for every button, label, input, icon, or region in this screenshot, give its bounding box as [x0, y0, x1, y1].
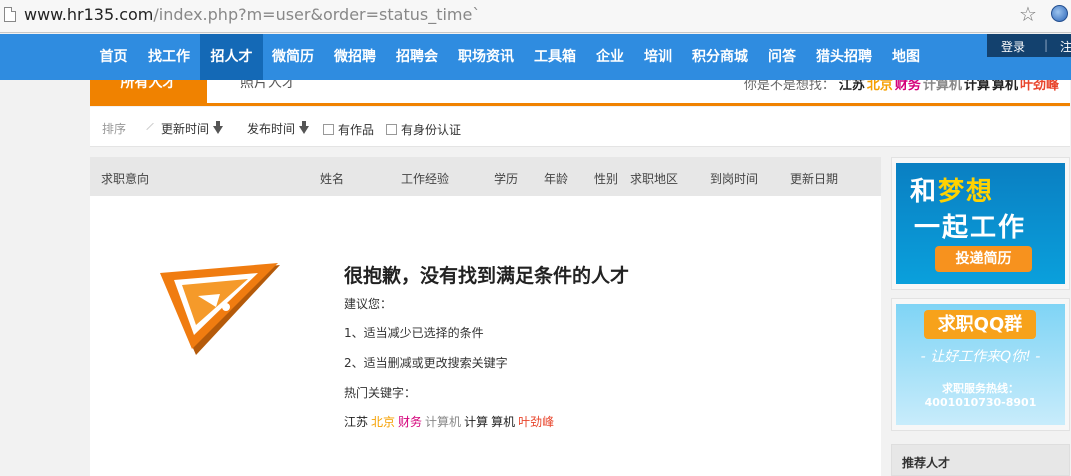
qq-group-banner[interactable]: 求职QQ群 - 让好工作来Q你! - 求职服务热线： 4001010730-89…: [891, 298, 1070, 431]
hot-keywords: 江苏 北京 财务 计算机 计算 算机 叶劲峰: [344, 413, 557, 430]
results-panel: 求职意向 姓名 工作经验 学历 年龄 性别 求职地区 到岗时间 更新日期 很抱歉…: [90, 157, 881, 476]
keyword-link[interactable]: 叶劲峰: [518, 415, 554, 429]
col-name: 姓名: [320, 172, 345, 186]
sort-bar: 排序 更新时间 发布时间 有作品 有身份认证: [90, 107, 1070, 147]
keyword-link[interactable]: 计算机: [923, 80, 962, 93]
col-region: 求职地区: [630, 172, 679, 186]
login-link[interactable]: 登录: [1001, 38, 1025, 55]
keyword-link[interactable]: 财务: [895, 80, 921, 93]
banner-headline-1a: 和: [910, 177, 939, 207]
keyword-link[interactable]: 江苏: [344, 415, 368, 429]
url-host: www.hr135.com: [24, 5, 154, 24]
nav-item-micro-recruit[interactable]: 微招聘: [326, 34, 384, 80]
url-field[interactable]: www.hr135.com/index.php?m=user&order=sta…: [24, 5, 480, 24]
sidebar: 和梦想 一起工作 投递简历 求职QQ群 - 让好工作来Q你! - 求职服务热线：…: [891, 157, 1070, 476]
col-update-date: 更新日期: [790, 172, 839, 186]
keyword-link[interactable]: 财务: [398, 415, 422, 429]
dream-work-banner-image: 和梦想 一起工作 投递简历: [896, 163, 1065, 284]
top-login-box: 登录 | 注: [987, 34, 1071, 57]
nav-item-career-news[interactable]: 职场资讯: [450, 34, 522, 80]
did-you-mean: 你是不是想找： 江苏 北京 财务 计算机 计算 算机 叶劲峰: [742, 80, 1059, 93]
bookmark-star-icon[interactable]: ☆: [1019, 2, 1037, 26]
col-age: 年龄: [544, 172, 569, 186]
url-path: /index.php?m=user&order=status_time`: [153, 5, 481, 24]
globe-icon[interactable]: [1051, 5, 1068, 22]
banner-headline-2: 一起工作: [914, 213, 1027, 243]
arrow-down-icon: [213, 121, 224, 134]
login-divider: |: [1044, 38, 1049, 52]
keyword-link[interactable]: 计算机: [425, 415, 461, 429]
nav-item-company[interactable]: 企业: [588, 34, 632, 80]
checkbox-icon: [323, 124, 334, 135]
submit-resume-button[interactable]: 投递简历: [935, 246, 1032, 272]
banner-headline-1b: 梦想: [938, 177, 995, 207]
talent-tabs: 所有人才 照片人才 你是不是想找： 江苏 北京 财务 计算机 计算 算机 叶劲峰: [90, 80, 1070, 106]
banner-headline-1: 和梦想: [910, 171, 994, 208]
sort-update-time-label: 更新时间: [161, 122, 210, 136]
nav-item-find-talent[interactable]: 招人才: [200, 34, 263, 80]
sort-update-time[interactable]: 更新时间: [161, 120, 224, 137]
recommended-talent-header: 推荐人才: [891, 444, 1070, 476]
dream-work-banner[interactable]: 和梦想 一起工作 投递简历: [891, 157, 1070, 290]
recommended-talent-title: 推荐人才: [902, 456, 951, 470]
col-start-time: 到岗时间: [710, 172, 759, 186]
col-gender: 性别: [594, 172, 619, 186]
nav-item-job-fair[interactable]: 招聘会: [388, 34, 446, 80]
col-education: 学历: [494, 172, 519, 186]
qq-group-banner-image: 求职QQ群 - 让好工作来Q你! - 求职服务热线： 4001010730-89…: [896, 304, 1065, 425]
tab-photo-talent[interactable]: 照片人才: [207, 80, 329, 103]
col-experience: 工作经验: [401, 172, 450, 186]
advice-tip-1: 1、适当减少已选择的条件: [344, 326, 484, 340]
nav-item-map[interactable]: 地图: [884, 34, 928, 80]
sort-label: 排序: [102, 122, 127, 136]
verified-checkbox[interactable]: 有身份认证: [386, 121, 461, 138]
warning-icon: [160, 263, 280, 355]
qq-group-slogan: - 让好工作来Q你! -: [920, 349, 1041, 365]
tab-all-talent[interactable]: 所有人才: [90, 80, 207, 103]
advice-label: 建议您：: [344, 297, 393, 311]
keyword-link[interactable]: 算机: [992, 80, 1018, 93]
keyword-link[interactable]: 北京: [371, 415, 395, 429]
arrow-down-icon: [299, 121, 310, 134]
qq-group-title: 求职QQ群: [924, 310, 1036, 339]
nav-item-headhunter[interactable]: 猎头招聘: [808, 34, 880, 80]
empty-result-title: 很抱歉，没有找到满足条件的人才: [344, 265, 630, 287]
advice-tip-2: 2、适当删减或更改搜索关键字: [344, 356, 508, 370]
hotline-label: 求职服务热线：: [942, 382, 1019, 395]
keyword-link[interactable]: 北京: [867, 80, 893, 93]
main-nav: 首页 找工作 招人才 微简历 微招聘 招聘会 职场资讯 工具箱 企业 培训 积分…: [0, 34, 1071, 80]
results-table-header: 求职意向 姓名 工作经验 学历 年龄 性别 求职地区 到岗时间 更新日期: [90, 157, 881, 196]
nav-item-micro-resume[interactable]: 微简历: [264, 34, 322, 80]
keyword-link[interactable]: 江苏: [839, 80, 865, 93]
browser-address-bar: www.hr135.com/index.php?m=user&order=sta…: [0, 0, 1071, 33]
keyword-link[interactable]: 计算: [964, 80, 990, 93]
keyword-link[interactable]: 叶劲峰: [1020, 80, 1059, 93]
nav-item-find-job[interactable]: 找工作: [139, 34, 199, 80]
has-works-checkbox[interactable]: 有作品: [323, 121, 374, 138]
nav-item-points-mall[interactable]: 积分商城: [684, 34, 756, 80]
keyword-link[interactable]: 计算: [464, 415, 488, 429]
checkbox-icon: [386, 124, 397, 135]
verified-label: 有身份认证: [401, 123, 462, 137]
page-icon: [4, 7, 16, 22]
sort-separator: [147, 116, 156, 136]
has-works-label: 有作品: [338, 123, 375, 137]
hot-keywords-label: 热门关键字：: [344, 386, 417, 400]
register-link[interactable]: 注: [1060, 38, 1071, 55]
did-you-mean-words: 江苏 北京 财务 计算机 计算 算机 叶劲峰: [837, 80, 1059, 93]
sort-publish-time-label: 发布时间: [247, 122, 296, 136]
did-you-mean-label: 你是不是想找：: [743, 80, 835, 93]
nav-item-training[interactable]: 培训: [636, 34, 680, 80]
sort-publish-time[interactable]: 发布时间: [247, 120, 310, 137]
nav-item-toolbox[interactable]: 工具箱: [526, 34, 584, 80]
nav-item-qa[interactable]: 问答: [760, 34, 804, 80]
col-intention: 求职意向: [101, 172, 150, 186]
keyword-link[interactable]: 算机: [491, 415, 515, 429]
nav-item-home[interactable]: 首页: [90, 34, 137, 80]
hotline-number: 4001010730-8901: [924, 396, 1037, 409]
